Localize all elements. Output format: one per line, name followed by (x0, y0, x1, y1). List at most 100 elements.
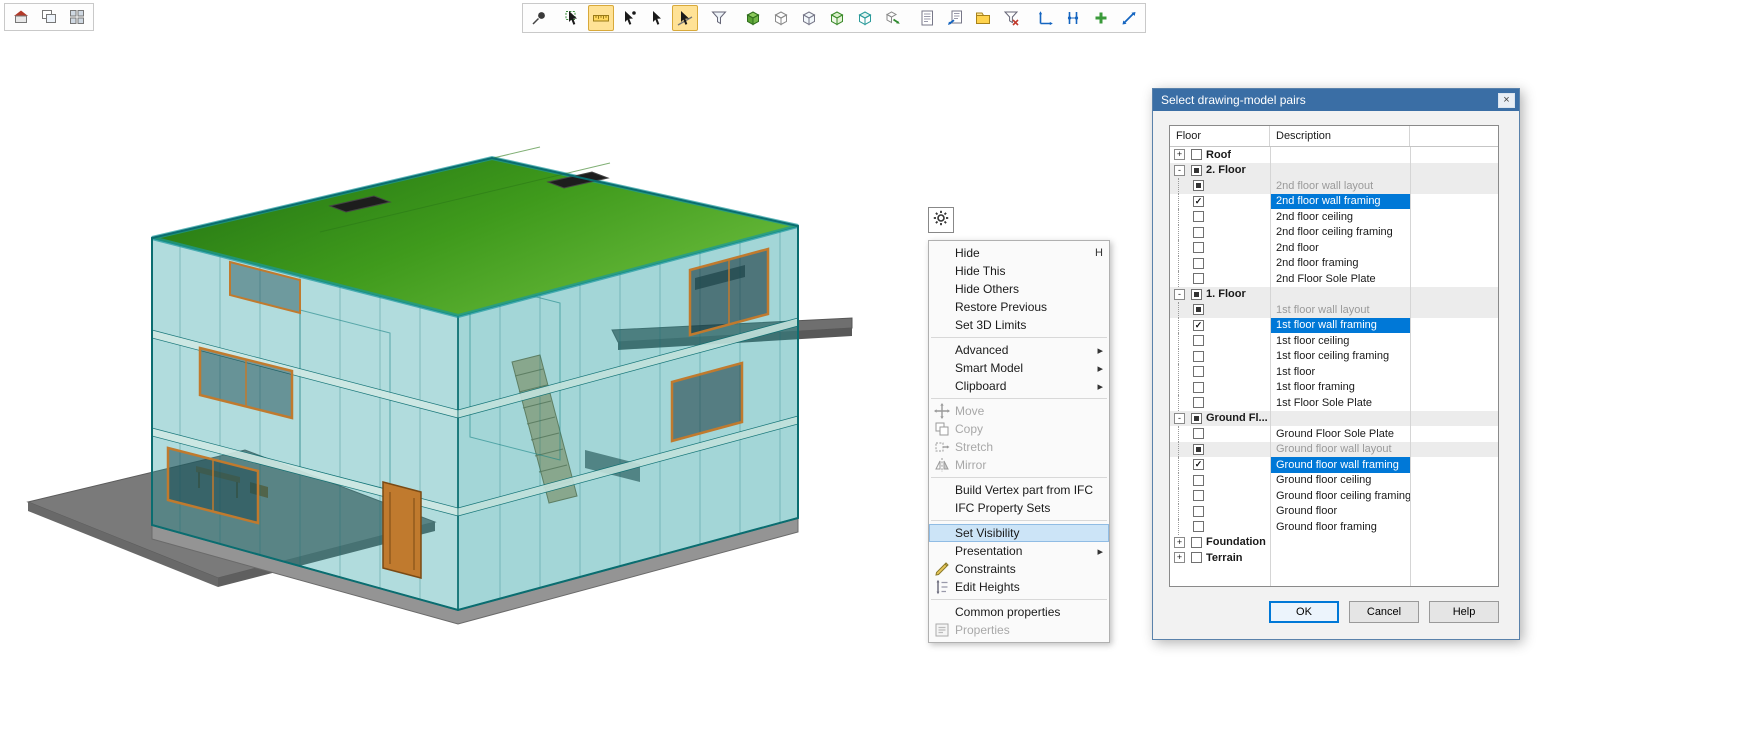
add-icon[interactable] (1088, 5, 1114, 31)
checkbox-partial[interactable] (1191, 289, 1202, 300)
menu-item-hide-others[interactable]: Hide Others (929, 280, 1109, 298)
menu-item-hide[interactable]: HideH (929, 244, 1109, 262)
description-cell[interactable]: 1st floor framing (1270, 380, 1410, 396)
tree-row-ground-floor-ceiling[interactable]: Ground floor ceiling (1170, 473, 1498, 489)
expand-plus-icon[interactable]: + (1174, 537, 1185, 548)
checkbox-empty[interactable] (1193, 475, 1204, 486)
menu-item-build-vertex-part-from-ifc[interactable]: Build Vertex part from IFC (929, 481, 1109, 499)
checkbox-empty[interactable] (1191, 537, 1202, 548)
description-cell[interactable]: 2nd Floor Sole Plate (1270, 271, 1410, 287)
tree-row-2nd-floor[interactable]: 2nd floor (1170, 240, 1498, 256)
ok-button[interactable]: OK (1269, 601, 1339, 623)
checkbox-empty[interactable] (1191, 552, 1202, 563)
checkbox-partial[interactable] (1191, 413, 1202, 424)
checkbox-empty[interactable] (1193, 506, 1204, 517)
menu-item-common-properties[interactable]: Common properties (929, 603, 1109, 621)
dialog-titlebar[interactable]: Select drawing-model pairs × (1153, 89, 1519, 111)
viewports-icon[interactable] (36, 4, 62, 30)
checkbox-empty[interactable] (1193, 382, 1204, 393)
collapse-minus-icon[interactable]: - (1174, 165, 1185, 176)
checkbox-empty[interactable] (1193, 428, 1204, 439)
description-cell[interactable]: 2nd floor (1270, 240, 1410, 256)
checkbox-partial[interactable] (1193, 180, 1204, 191)
tree-row-1st-floor[interactable]: 1st floor (1170, 364, 1498, 380)
checkbox-empty[interactable] (1193, 521, 1204, 532)
grid-icon[interactable] (64, 4, 90, 30)
description-cell[interactable]: 1st floor wall layout (1270, 302, 1410, 318)
app-model-icon[interactable] (8, 4, 34, 30)
checkbox-checked[interactable]: ✓ (1193, 459, 1204, 470)
checkbox-empty[interactable] (1193, 366, 1204, 377)
tree-group-row-roof[interactable]: +Roof (1170, 147, 1498, 163)
measure-icon[interactable] (588, 5, 614, 31)
tree-group-row-1-floor[interactable]: -1. Floor (1170, 287, 1498, 303)
tree-row-2nd-floor-wall-framing[interactable]: ✓ 2nd floor wall framing (1170, 194, 1498, 210)
description-cell[interactable]: 1st floor ceiling framing (1270, 349, 1410, 365)
description-cell[interactable]: Ground floor ceiling framing (1270, 488, 1410, 504)
collapse-minus-icon[interactable]: - (1174, 289, 1185, 300)
menu-item-set-visibility[interactable]: Set Visibility (929, 524, 1109, 542)
export-model-icon[interactable] (880, 5, 906, 31)
description-cell[interactable] (1270, 535, 1410, 551)
clear-filter-icon[interactable] (998, 5, 1024, 31)
tree-row-ground-floor-wall-layout[interactable]: Ground floor wall layout (1170, 442, 1498, 458)
checkbox-empty[interactable] (1193, 242, 1204, 253)
checkbox-partial[interactable] (1191, 165, 1202, 176)
checkbox-empty[interactable] (1193, 227, 1204, 238)
snap-point-icon[interactable] (616, 5, 642, 31)
description-cell[interactable]: Ground floor (1270, 504, 1410, 520)
checkbox-checked[interactable]: ✓ (1193, 196, 1204, 207)
filter-icon[interactable] (706, 5, 732, 31)
tree-row-2nd-floor-ceiling[interactable]: 2nd floor ceiling (1170, 209, 1498, 225)
description-cell[interactable]: 1st floor ceiling (1270, 333, 1410, 349)
menu-item-set-3d-limits[interactable]: Set 3D Limits (929, 316, 1109, 334)
collapse-minus-icon[interactable]: - (1174, 413, 1185, 424)
description-cell[interactable]: Ground Floor Sole Plate (1270, 426, 1410, 442)
tree-row-1st-floor-ceiling-framing[interactable]: 1st floor ceiling framing (1170, 349, 1498, 365)
menu-item-ifc-property-sets[interactable]: IFC Property Sets (929, 499, 1109, 517)
menu-item-smart-model[interactable]: Smart Model▸ (929, 359, 1109, 377)
description-cell[interactable] (1270, 550, 1410, 566)
description-cell[interactable]: 2nd floor wall framing (1270, 194, 1410, 210)
axis-icon[interactable] (1032, 5, 1058, 31)
tree-group-row-foundation[interactable]: +Foundation (1170, 535, 1498, 551)
solid-model-icon[interactable] (740, 5, 766, 31)
menu-item-clipboard[interactable]: Clipboard▸ (929, 377, 1109, 395)
checkbox-empty[interactable] (1193, 258, 1204, 269)
checkbox-partial[interactable] (1193, 304, 1204, 315)
expand-plus-icon[interactable]: + (1174, 149, 1185, 160)
checkbox-checked[interactable]: ✓ (1193, 320, 1204, 331)
description-cell[interactable] (1270, 163, 1410, 179)
menu-item-constraints[interactable]: Constraints (929, 560, 1109, 578)
tree-row-1st-floor-framing[interactable]: 1st floor framing (1170, 380, 1498, 396)
drawings-folder-icon[interactable] (970, 5, 996, 31)
description-cell[interactable]: 1st Floor Sole Plate (1270, 395, 1410, 411)
menu-item-presentation[interactable]: Presentation▸ (929, 542, 1109, 560)
tree-row-2nd-floor-sole-plate[interactable]: 2nd Floor Sole Plate (1170, 271, 1498, 287)
cancel-button[interactable]: Cancel (1349, 601, 1419, 623)
description-cell[interactable]: 1st floor wall framing (1270, 318, 1410, 334)
description-cell[interactable]: 2nd floor wall layout (1270, 178, 1410, 194)
viewport-options-button[interactable] (928, 207, 954, 233)
report-icon[interactable] (914, 5, 940, 31)
description-cell[interactable] (1270, 287, 1410, 303)
pin-icon[interactable] (526, 5, 552, 31)
description-cell[interactable]: 2nd floor ceiling (1270, 209, 1410, 225)
tree-row-2nd-floor-framing[interactable]: 2nd floor framing (1170, 256, 1498, 272)
tree-row-2nd-floor-wall-layout[interactable]: 2nd floor wall layout (1170, 178, 1498, 194)
import-export-icon[interactable] (942, 5, 968, 31)
tree-group-row-terrain[interactable]: +Terrain (1170, 550, 1498, 566)
model-3d-view[interactable] (0, 30, 900, 690)
description-cell[interactable]: Ground floor framing (1270, 519, 1410, 535)
wireframe-box-icon[interactable] (768, 5, 794, 31)
checkbox-empty[interactable] (1191, 149, 1202, 160)
menu-item-restore-previous[interactable]: Restore Previous (929, 298, 1109, 316)
description-cell[interactable]: 1st floor (1270, 364, 1410, 380)
hidden-line-box-icon[interactable] (796, 5, 822, 31)
snap-free-icon[interactable] (644, 5, 670, 31)
tree-row-ground-floor[interactable]: Ground floor (1170, 504, 1498, 520)
tree-row-ground-floor-framing[interactable]: Ground floor framing (1170, 519, 1498, 535)
checkbox-empty[interactable] (1193, 397, 1204, 408)
tree-row-ground-floor-sole-plate[interactable]: Ground Floor Sole Plate (1170, 426, 1498, 442)
tree-row-ground-floor-ceiling-framing[interactable]: Ground floor ceiling framing (1170, 488, 1498, 504)
